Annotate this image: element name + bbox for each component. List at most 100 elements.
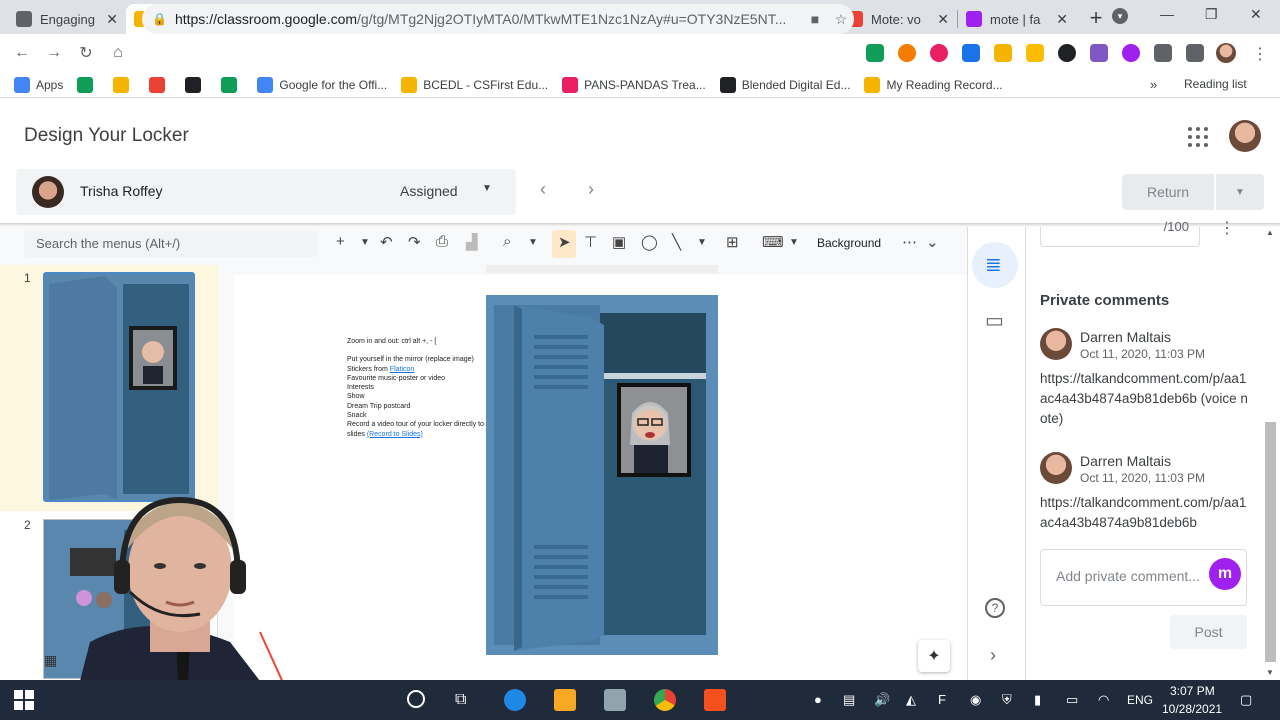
input-language[interactable]: ENG: [1127, 693, 1153, 707]
details-icon[interactable]: ≣: [985, 252, 1002, 277]
minimize-icon[interactable]: —: [1160, 6, 1174, 22]
mote-voice-icon[interactable]: m: [1209, 558, 1241, 590]
chevron-down-icon[interactable]: ▼: [360, 237, 370, 248]
volume-icon[interactable]: 🔊: [874, 692, 890, 708]
comments-scrollbar[interactable]: [1265, 422, 1276, 662]
google-apps-icon[interactable]: [1188, 127, 1208, 147]
extension-icon[interactable]: [898, 44, 916, 62]
redo-icon[interactable]: ↷: [408, 233, 421, 251]
extension-icon[interactable]: [1058, 44, 1076, 62]
tray-icon[interactable]: F: [938, 692, 946, 707]
tab-search-icon[interactable]: ▾: [1112, 8, 1128, 24]
grade-input[interactable]: /100: [1040, 219, 1200, 247]
previous-student-icon[interactable]: ‹: [540, 179, 546, 200]
bookmarks-overflow-icon[interactable]: »: [1150, 77, 1157, 92]
profile-avatar[interactable]: [1216, 43, 1236, 63]
extension-icon[interactable]: [962, 44, 980, 62]
comments-icon[interactable]: ▭: [985, 308, 1004, 333]
bookmark-item[interactable]: [77, 76, 99, 93]
back-icon[interactable]: ←: [6, 44, 38, 62]
bookmark-item[interactable]: My Reading Record...: [864, 76, 1003, 93]
chevron-down-icon[interactable]: ▼: [697, 237, 707, 248]
bookmark-item[interactable]: [185, 76, 207, 93]
chevron-down-icon[interactable]: ▼: [789, 237, 799, 248]
close-window-icon[interactable]: ✕: [1250, 6, 1262, 23]
reading-list-button[interactable]: Reading list: [1184, 77, 1247, 91]
bookmark-item[interactable]: [221, 76, 243, 93]
extension-icon[interactable]: [866, 44, 884, 62]
wifi-icon[interactable]: ◠: [1098, 692, 1109, 708]
paint-format-icon[interactable]: ▟: [466, 233, 478, 251]
bookmark-item[interactable]: PANS-PANDAS Trea...: [562, 76, 706, 93]
account-avatar[interactable]: [1229, 120, 1261, 152]
new-tab-button[interactable]: +: [1082, 4, 1110, 32]
notifications-icon[interactable]: ▢: [1240, 692, 1252, 708]
bookmark-item[interactable]: Google for the Offi...: [257, 76, 387, 93]
shield-icon[interactable]: ⛨: [1002, 692, 1012, 708]
menu-search-input[interactable]: Search the menus (Alt+/): [24, 231, 318, 257]
browser-tab[interactable]: mote | fa ✕: [958, 4, 1076, 34]
battery-icon[interactable]: ▭: [1066, 692, 1078, 708]
reload-icon[interactable]: ↻: [70, 43, 102, 63]
task-view-icon[interactable]: ⧉: [455, 691, 466, 709]
add-comment-icon[interactable]: ⊞: [726, 233, 739, 251]
extension-icon[interactable]: [1026, 44, 1044, 62]
image-icon[interactable]: ▣: [612, 233, 626, 251]
close-tab-icon[interactable]: ✕: [1056, 11, 1068, 28]
browser-tab[interactable]: Engaging ✕: [8, 4, 126, 34]
close-tab-icon[interactable]: ✕: [106, 11, 118, 28]
edge-icon[interactable]: [504, 689, 526, 711]
text-box-icon[interactable]: ⊤: [584, 233, 597, 251]
microphone-tray-icon[interactable]: ●: [814, 692, 822, 707]
select-cursor-icon[interactable]: ➤: [558, 233, 571, 251]
tray-icon[interactable]: ▤: [843, 692, 855, 708]
tray-icon[interactable]: ◭: [906, 692, 916, 708]
record-to-slides-link[interactable]: (Record to Slides): [367, 431, 423, 438]
help-icon[interactable]: ?: [985, 598, 1005, 618]
collapse-toolbar-icon[interactable]: ⌄: [926, 233, 939, 251]
restore-icon[interactable]: ❐: [1205, 6, 1218, 23]
extensions-puzzle-icon[interactable]: [1154, 44, 1172, 62]
usb-icon[interactable]: ▮: [1034, 692, 1041, 708]
file-explorer-icon[interactable]: [554, 689, 576, 711]
zoom-icon[interactable]: ⌕: [503, 233, 511, 250]
print-icon[interactable]: ⎙: [436, 233, 448, 250]
flaticon-link[interactable]: Flaticon: [390, 366, 415, 373]
extension-icon[interactable]: [1090, 44, 1108, 62]
cast-icon[interactable]: [1186, 44, 1204, 62]
student-selector[interactable]: Trisha Roffey Assigned ▼: [16, 169, 516, 215]
shape-icon[interactable]: ◯: [641, 233, 658, 251]
close-tab-icon[interactable]: ✕: [937, 11, 949, 28]
browser-menu-icon[interactable]: ⋮: [1252, 44, 1268, 64]
more-options-icon[interactable]: ⋯: [902, 233, 917, 251]
slide-thumbnail-1[interactable]: [43, 272, 195, 502]
next-student-icon[interactable]: ›: [588, 179, 594, 200]
extension-icon[interactable]: [930, 44, 948, 62]
chevron-down-icon[interactable]: ▼: [482, 183, 492, 194]
status-label[interactable]: Assigned: [400, 183, 458, 199]
expand-panel-icon[interactable]: ›: [990, 645, 996, 666]
camera-app-icon[interactable]: [604, 689, 626, 711]
bookmark-item[interactable]: Blended Digital Ed...: [719, 76, 850, 93]
chevron-down-icon[interactable]: ▼: [528, 237, 538, 248]
undo-icon[interactable]: ↶: [380, 233, 393, 251]
home-icon[interactable]: ⌂: [102, 44, 134, 62]
camera-icon[interactable]: ■: [802, 11, 828, 27]
clock-date[interactable]: 10/28/2021: [1162, 702, 1222, 716]
windows-start-icon[interactable]: [14, 690, 34, 710]
grade-more-icon[interactable]: ⋮: [1219, 218, 1235, 238]
chrome-tray-icon[interactable]: ◉: [970, 692, 981, 708]
forward-icon[interactable]: →: [38, 44, 70, 62]
scroll-down-icon[interactable]: ▼: [1266, 668, 1274, 677]
url-bar[interactable]: 🔒 https://classroom.google.com/g/tg/MTg2…: [142, 4, 854, 34]
chrome-icon[interactable]: [654, 689, 676, 711]
browser-tab[interactable]: Mote: vo ✕: [839, 4, 957, 34]
bookmark-star-icon[interactable]: ☆: [828, 11, 854, 28]
explore-icon[interactable]: ✦: [918, 640, 950, 672]
return-button[interactable]: Return: [1122, 174, 1214, 210]
clock-time[interactable]: 3:07 PM: [1170, 684, 1215, 698]
keyboard-icon[interactable]: ⌨: [762, 233, 784, 251]
scroll-up-icon[interactable]: ▲: [1266, 228, 1274, 237]
background-button[interactable]: Background: [817, 236, 881, 250]
new-slide-icon[interactable]: +: [336, 233, 345, 250]
